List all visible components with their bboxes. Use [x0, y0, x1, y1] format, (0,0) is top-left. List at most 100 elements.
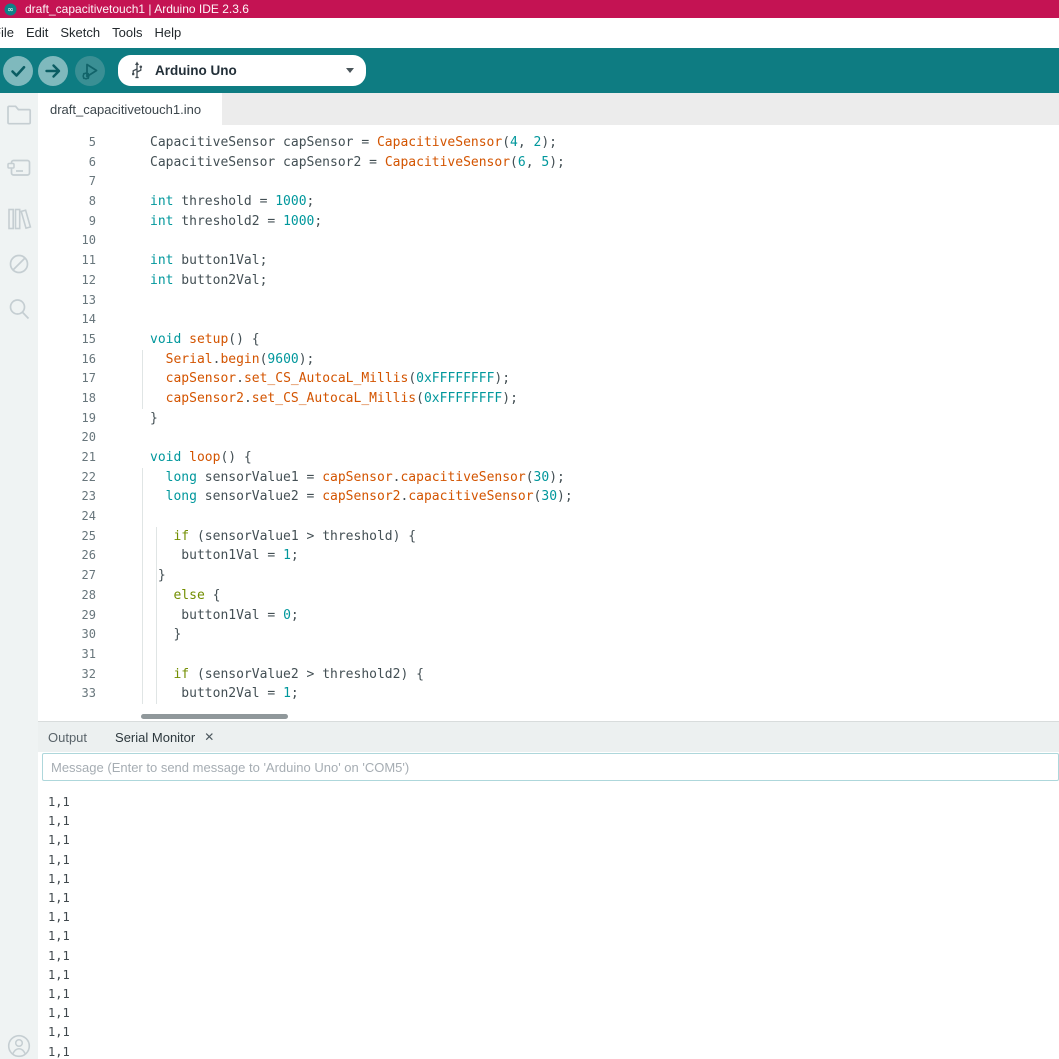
line-number: 13 [38, 291, 96, 311]
line-number: 31 [38, 645, 96, 665]
serial-output-line: 1,1 [48, 831, 1059, 850]
serial-output-line: 1,1 [48, 1043, 1059, 1059]
line-number: 7 [38, 172, 96, 192]
code-line: 19} [38, 409, 1059, 429]
code-line: 7 [38, 172, 1059, 192]
serial-output-line: 1,1 [48, 812, 1059, 831]
serial-monitor-output[interactable]: 1,11,11,11,11,11,11,11,11,11,11,11,11,11… [38, 782, 1059, 1059]
line-number: 16 [38, 350, 96, 370]
line-number: 29 [38, 606, 96, 626]
activity-sidebar [0, 93, 38, 1059]
account-icon[interactable] [6, 1034, 32, 1058]
code-line: 21void loop() { [38, 448, 1059, 468]
line-number: 32 [38, 665, 96, 685]
serial-message-row [38, 752, 1059, 782]
board-selector-label: Arduino Uno [155, 63, 237, 78]
editor-horizontal-scrollbar[interactable] [141, 714, 288, 719]
upload-button[interactable] [38, 56, 68, 86]
line-number: 19 [38, 409, 96, 429]
indent-guide [142, 350, 143, 409]
editor-tab-label: draft_capacitivetouch1.ino [50, 102, 201, 117]
code-line: 26 button1Val = 1; [38, 546, 1059, 566]
line-number: 8 [38, 192, 96, 212]
menu-item-sketch[interactable]: Sketch [54, 18, 106, 48]
code-line: 6CapacitiveSensor capSensor2 = Capacitiv… [38, 153, 1059, 173]
indent-guide [142, 468, 143, 704]
code-line: 8int threshold = 1000; [38, 192, 1059, 212]
debug-button[interactable] [75, 56, 105, 86]
svg-text:∞: ∞ [7, 5, 14, 14]
line-number: 26 [38, 546, 96, 566]
code-line: 10 [38, 231, 1059, 251]
serial-output-line: 1,1 [48, 793, 1059, 812]
serial-output-line: 1,1 [48, 889, 1059, 908]
code-line: 28 else { [38, 586, 1059, 606]
menu-item-file[interactable]: File [0, 18, 20, 48]
line-number: 9 [38, 212, 96, 232]
serial-output-line: 1,1 [48, 851, 1059, 870]
arrow-right-icon [38, 56, 68, 86]
code-line: 27 } [38, 566, 1059, 586]
debug-play-icon [75, 56, 105, 86]
line-number: 18 [38, 389, 96, 409]
line-number: 23 [38, 487, 96, 507]
debug-icon[interactable] [6, 251, 32, 277]
line-number: 28 [38, 586, 96, 606]
line-number: 11 [38, 251, 96, 271]
line-number: 15 [38, 330, 96, 350]
line-number: 12 [38, 271, 96, 291]
library-manager-icon[interactable] [6, 206, 32, 232]
line-number: 24 [38, 507, 96, 527]
line-number: 14 [38, 310, 96, 330]
code-line: 12int button2Val; [38, 271, 1059, 291]
sketchbook-folder-icon[interactable] [6, 103, 32, 125]
board-selector[interactable]: Arduino Uno [118, 55, 366, 86]
chevron-down-icon [346, 68, 354, 73]
code-line: 30 } [38, 625, 1059, 645]
tab-serial-monitor[interactable]: Serial Monitor ✕ [115, 730, 214, 745]
code-line: 5CapacitiveSensor capSensor = Capacitive… [38, 133, 1059, 153]
search-icon[interactable] [6, 296, 32, 322]
code-line: 11int button1Val; [38, 251, 1059, 271]
editor-tab[interactable]: draft_capacitivetouch1.ino [38, 93, 222, 125]
serial-output-line: 1,1 [48, 870, 1059, 889]
code-line: 15void setup() { [38, 330, 1059, 350]
serial-output-line: 1,1 [48, 927, 1059, 946]
serial-output-line: 1,1 [48, 1023, 1059, 1042]
code-line: 24 [38, 507, 1059, 527]
menu-item-help[interactable]: Help [148, 18, 187, 48]
line-number: 6 [38, 153, 96, 173]
code-editor[interactable]: 5CapacitiveSensor capSensor = Capacitive… [38, 125, 1059, 722]
title-bar: ∞ draft_capacitivetouch1 | Arduino IDE 2… [0, 0, 1059, 18]
code-line: 17 capSensor.set_CS_AutocaL_Millis(0xFFF… [38, 369, 1059, 389]
verify-button[interactable] [3, 56, 33, 86]
code-line: 14 [38, 310, 1059, 330]
code-line: 22 long sensorValue1 = capSensor.capacit… [38, 468, 1059, 488]
code-line: 25 if (sensorValue1 > threshold) { [38, 527, 1059, 547]
boards-manager-icon[interactable] [6, 156, 32, 180]
arduino-ide-window: ∞ draft_capacitivetouch1 | Arduino IDE 2… [0, 0, 1059, 1059]
line-number: 30 [38, 625, 96, 645]
code-line: 20 [38, 428, 1059, 448]
code-line: 31 [38, 645, 1059, 665]
serial-message-input[interactable] [42, 753, 1059, 781]
editor-tab-strip: draft_capacitivetouch1.ino [38, 93, 1059, 125]
panel-tab-bar: Output Serial Monitor ✕ [38, 722, 1059, 752]
tab-output[interactable]: Output [48, 730, 87, 745]
line-number: 22 [38, 468, 96, 488]
code-line: 29 button1Val = 0; [38, 606, 1059, 626]
code-line: 9int threshold2 = 1000; [38, 212, 1059, 232]
arduino-app-icon: ∞ [4, 3, 17, 16]
code-line: 18 capSensor2.set_CS_AutocaL_Millis(0xFF… [38, 389, 1059, 409]
menu-item-edit[interactable]: Edit [20, 18, 54, 48]
code-line: 33 button2Val = 1; [38, 684, 1059, 704]
serial-output-line: 1,1 [48, 985, 1059, 1004]
menu-item-tools[interactable]: Tools [106, 18, 148, 48]
code-line: 16 Serial.begin(9600); [38, 350, 1059, 370]
serial-output-line: 1,1 [48, 1004, 1059, 1023]
serial-output-line: 1,1 [48, 966, 1059, 985]
close-icon[interactable]: ✕ [204, 730, 214, 744]
line-number: 33 [38, 684, 96, 704]
line-number: 17 [38, 369, 96, 389]
serial-output-line: 1,1 [48, 908, 1059, 927]
